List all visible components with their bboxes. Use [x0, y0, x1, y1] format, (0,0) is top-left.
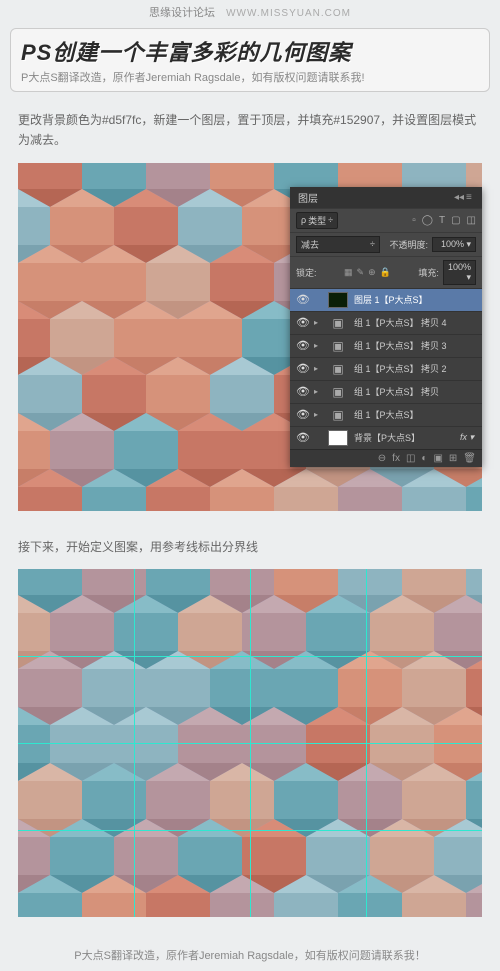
watermark-url: WWW.MISSYUAN.COM [226, 8, 351, 19]
visibility-eye-icon[interactable]: 👁 [296, 385, 308, 398]
screenshot-1: 图层 ◂◂ ≡ ρ 类型 ÷ ▫ ◯ T ▢ ◫ 减去÷ 不透明度: 100% ▾ 锁定… [18, 163, 482, 511]
opacity-value[interactable]: 100% ▾ [432, 237, 476, 252]
lock-icon[interactable]: ▦ [344, 267, 353, 278]
layer-list: 👁图层 1【P大点S】👁▸▣组 1【P大点S】 拷贝 4👁▸▣组 1【P大点S】… [290, 288, 482, 449]
visibility-eye-icon[interactable]: 👁 [296, 431, 308, 444]
layers-panel: 图层 ◂◂ ≡ ρ 类型 ÷ ▫ ◯ T ▢ ◫ 减去÷ 不透明度: 100% ▾ 锁定… [290, 187, 482, 467]
hex-pattern-with-guides [18, 569, 482, 917]
blend-mode-dropdown[interactable]: 减去÷ [296, 236, 380, 253]
instruction-paragraph-1: 更改背景颜色为#d5f7fc，新建一个图层，置于顶层，并填充#152907，并设… [0, 98, 500, 163]
watermark: 思缘设计论坛 WWW.MISSYUAN.COM [0, 0, 500, 24]
panel-footer-icon[interactable]: ◫ [406, 453, 415, 464]
layer-name: 图层 1【P大点S】 [354, 293, 476, 306]
layer-row[interactable]: 👁▸▣组 1【P大点S】 [290, 403, 482, 426]
layers-panel-tab[interactable]: 图层 ◂◂ ≡ [290, 187, 482, 208]
folder-icon: ▣ [328, 407, 348, 423]
layer-name: 组 1【P大点S】 拷贝 2 [354, 362, 476, 375]
layer-name: 组 1【P大点S】 拷贝 4 [354, 316, 476, 329]
instruction-paragraph-2: 接下来，开始定义图案，用参考线标出分界线 [0, 525, 500, 569]
layer-row[interactable]: 👁 背景【P大点S】 fx ▾ [290, 426, 482, 449]
filter-icon[interactable]: ▢ [451, 215, 460, 226]
layer-thumbnail [328, 430, 348, 446]
layer-filter-row: ρ 类型 ÷ ▫ ◯ T ▢ ◫ [290, 208, 482, 232]
folder-icon: ▣ [328, 361, 348, 377]
layer-name: 组 1【P大点S】 拷贝 3 [354, 339, 476, 352]
layer-name: 组 1【P大点S】 [354, 408, 476, 421]
visibility-eye-icon[interactable]: 👁 [296, 408, 308, 421]
layers-panel-footer: ⊖ fx ◫ ◐ ▣ ⊞ 🗑 [290, 449, 482, 467]
screenshot-2 [18, 569, 482, 917]
title-banner: PS创建一个丰富多彩的几何图案 P大点S翻译改造，原作者Jeremiah Rag… [10, 28, 490, 92]
layer-row[interactable]: 👁 图层 1【P大点S】 [290, 288, 482, 311]
filter-icon[interactable]: ◯ [422, 215, 433, 226]
filter-icon[interactable]: T [439, 215, 445, 226]
visibility-eye-icon[interactable]: 👁 [296, 316, 308, 329]
panel-menu-icon[interactable]: ≡ [466, 192, 474, 203]
lock-icon[interactable]: ⊕ [368, 267, 376, 278]
fill-value[interactable]: 100% ▾ [443, 260, 476, 285]
layer-row[interactable]: 👁▸▣组 1【P大点S】 拷贝 [290, 380, 482, 403]
filter-icon[interactable]: ◫ [467, 215, 476, 226]
panel-footer-icon[interactable]: ◐ [421, 453, 427, 464]
panel-footer-icon[interactable]: fx [392, 453, 400, 464]
lock-icon[interactable]: 🔒 [380, 267, 391, 278]
filter-icon[interactable]: ▫ [412, 215, 416, 226]
layer-thumbnail [328, 292, 348, 308]
visibility-eye-icon[interactable]: 👁 [296, 339, 308, 352]
layer-name: 组 1【P大点S】 拷贝 [354, 385, 476, 398]
watermark-site: 思缘设计论坛 [149, 7, 215, 19]
layer-row[interactable]: 👁▸▣组 1【P大点S】 拷贝 3 [290, 334, 482, 357]
fill-label: 填充: [395, 266, 439, 279]
lock-icon[interactable]: ✎ [357, 267, 365, 278]
layers-tab-label: 图层 [298, 190, 318, 205]
page-subtitle: P大点S翻译改造，原作者Jeremiah Ragsdale，如有版权问题请联系我… [21, 69, 479, 85]
panel-footer-icon[interactable]: ▣ [433, 453, 442, 464]
blend-opacity-row: 减去÷ 不透明度: 100% ▾ [290, 232, 482, 256]
lock-fill-row: 锁定: ▦ ✎⊕ 🔒 填充: 100% ▾ [290, 256, 482, 288]
panel-minimize-icon[interactable]: ◂◂ [454, 192, 462, 203]
layer-row[interactable]: 👁▸▣组 1【P大点S】 拷贝 2 [290, 357, 482, 380]
lock-label: 锁定: [296, 266, 340, 279]
layer-row[interactable]: 👁▸▣组 1【P大点S】 拷贝 4 [290, 311, 482, 334]
panel-footer-icon[interactable]: ⊖ [378, 453, 386, 464]
visibility-eye-icon[interactable]: 👁 [296, 293, 308, 306]
opacity-label: 不透明度: [384, 238, 428, 251]
panel-footer-icon[interactable]: 🗑 [463, 453, 476, 464]
filter-type-dropdown[interactable]: ρ 类型 ÷ [296, 212, 338, 229]
visibility-eye-icon[interactable]: 👁 [296, 362, 308, 375]
fx-badge[interactable]: fx ▾ [460, 432, 474, 443]
footer-credit: P大点S翻译改造，原作者Jeremiah Ragsdale，如有版权问题请联系我… [0, 931, 500, 971]
folder-icon: ▣ [328, 338, 348, 354]
panel-footer-icon[interactable]: ⊞ [449, 453, 457, 464]
folder-icon: ▣ [328, 315, 348, 331]
folder-icon: ▣ [328, 384, 348, 400]
page-title: PS创建一个丰富多彩的几何图案 [21, 35, 479, 67]
layer-name: 背景【P大点S】 [354, 431, 454, 444]
